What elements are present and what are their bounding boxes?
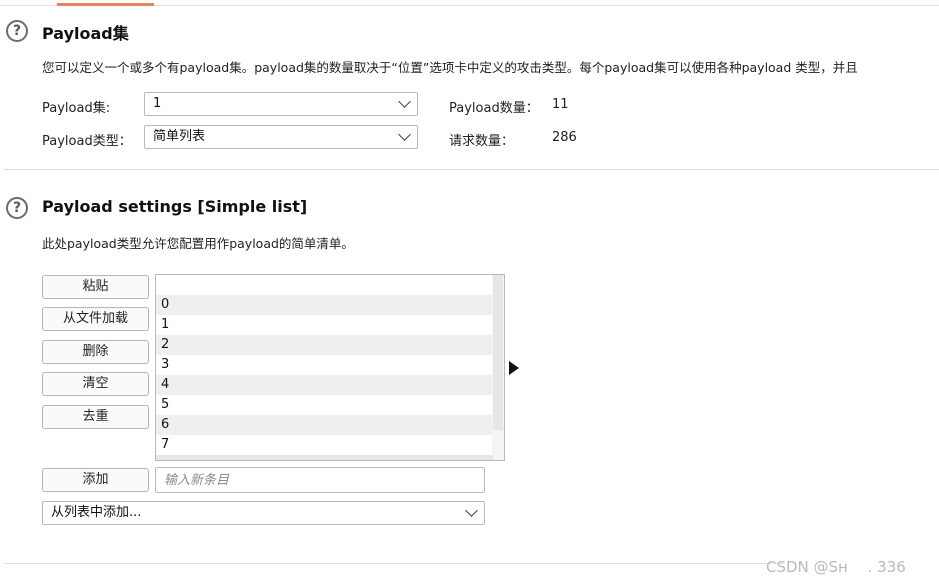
payload-set-select[interactable]: 1 [144,92,418,116]
bottom-divider [4,563,784,564]
add-from-list-select[interactable]: 从列表中添加... [42,501,485,525]
payload-set-value: 1 [153,96,162,111]
section-title-payload-settings: Payload settings [Simple list] [42,197,308,216]
list-item[interactable]: 7 [156,435,493,455]
list-item[interactable]: 2 [156,335,493,355]
horizontal-scrollbar[interactable] [156,455,493,460]
payload-count-label: Payload数量： [449,101,539,116]
active-tab-indicator [57,3,154,6]
help-icon[interactable]: ? [6,20,28,42]
payload-type-label: Payload类型： [42,134,132,149]
chevron-down-icon [398,128,411,141]
list-item[interactable]: 4 [156,375,493,395]
new-item-input[interactable] [155,467,485,493]
list-item[interactable]: 6 [156,415,493,435]
list-item[interactable]: 5 [156,395,493,415]
request-count-value: 286 [552,130,577,145]
list-item[interactable]: 0 [156,295,493,315]
add-from-list-value: 从列表中添加... [51,505,142,520]
section-title-payload-sets: Payload集 [42,24,129,43]
clear-button[interactable]: 清空 [42,372,149,396]
paste-button[interactable]: 粘贴 [42,275,149,299]
list-item[interactable]: 3 [156,355,493,375]
section-divider [4,169,939,170]
help-icon[interactable]: ? [6,197,28,219]
payload-settings-description: 此处payload类型允许您配置用作payload的简单清单。 [42,236,354,251]
payload-type-select[interactable]: 简单列表 [144,125,418,149]
payload-list-rows: 0 1 2 3 4 5 6 7 [156,295,493,455]
deduplicate-button[interactable]: 去重 [42,405,149,429]
vertical-scrollbar[interactable] [492,275,504,460]
scrollbar-thumb[interactable] [493,275,503,430]
triangle-right-icon[interactable] [509,361,519,375]
remove-button[interactable]: 删除 [42,340,149,364]
payload-list[interactable]: 0 1 2 3 4 5 6 7 [155,274,505,461]
top-tab-bar [0,0,939,6]
load-from-file-button[interactable]: 从文件加载 [42,307,149,331]
list-item[interactable]: 1 [156,315,493,335]
request-count-label: 请求数量： [449,134,515,149]
watermark: CSDN @Sн . 336 [766,558,906,576]
payload-count-value: 11 [552,97,569,112]
payload-set-label: Payload集: [42,101,111,116]
payload-sets-description: 您可以定义一个或多个有payload集。payload集的数量取决于“位置”选项… [42,60,858,75]
add-button[interactable]: 添加 [42,468,149,492]
chevron-down-icon [465,504,478,517]
chevron-down-icon [398,95,411,108]
payload-type-value: 简单列表 [153,129,206,144]
